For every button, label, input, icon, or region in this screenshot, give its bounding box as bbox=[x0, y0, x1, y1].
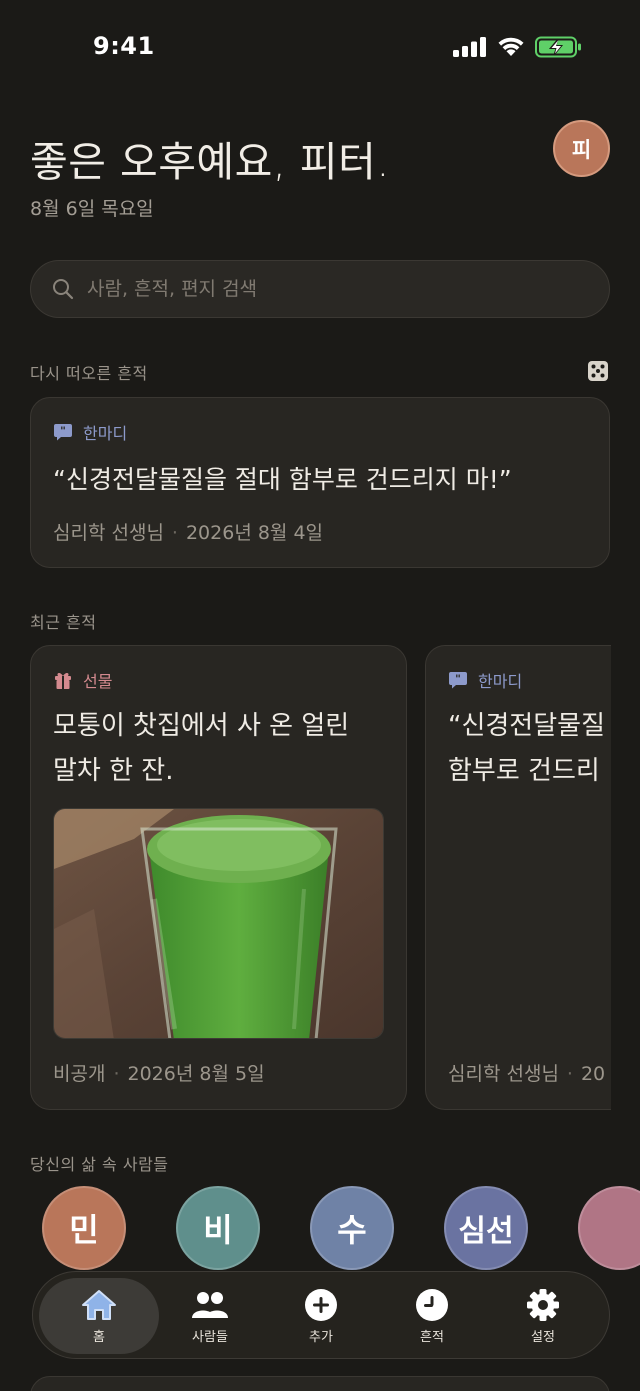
card-tag: " 한마디 bbox=[53, 420, 127, 444]
status-time: 9:41 bbox=[93, 32, 155, 60]
recent-section-title: 최근 흔적 bbox=[30, 613, 97, 632]
battery-charging-icon bbox=[535, 36, 581, 58]
clock-icon bbox=[416, 1288, 448, 1321]
search-input[interactable] bbox=[87, 278, 567, 300]
tab-people[interactable]: 사람들 bbox=[155, 1272, 265, 1360]
person-avatar[interactable]: 심선 bbox=[444, 1186, 528, 1270]
cellular-signal-icon bbox=[453, 37, 486, 57]
people-icon bbox=[192, 1291, 228, 1318]
tab-add[interactable]: 추가 bbox=[266, 1272, 376, 1360]
card-tag: 선물 bbox=[53, 668, 112, 692]
svg-text:": " bbox=[60, 425, 66, 438]
resurfaced-card[interactable]: " 한마디 “신경전달물질을 절대 함부로 건드리지 마!” 심리학 선생님 · 2… bbox=[30, 397, 610, 568]
card-meta: 비공개 · 2026년 8월 5일 bbox=[53, 1063, 265, 1085]
card-tag-label: 한마디 bbox=[478, 672, 523, 691]
tab-label: 홈 bbox=[93, 1329, 105, 1345]
recent-card-saying[interactable]: " 한마디 “신경전달물질 함부로 건드리 심리학 선생님 · 20 bbox=[425, 645, 611, 1110]
tab-home[interactable]: 홈 bbox=[39, 1278, 159, 1354]
person-avatar[interactable]: 비 bbox=[176, 1186, 260, 1270]
card-author: 심리학 선생님 bbox=[448, 1063, 559, 1085]
person-avatar[interactable]: 민 bbox=[42, 1186, 126, 1270]
dice-shuffle-icon[interactable] bbox=[587, 360, 609, 382]
person-avatar[interactable] bbox=[578, 1186, 640, 1270]
greeting-title: 좋은 오후예요, 피터. bbox=[30, 138, 390, 186]
gear-icon bbox=[527, 1288, 559, 1321]
avatar-initial: 피 bbox=[571, 137, 592, 162]
card-text-line: 모퉁이 찻집에서 사 온 얼린 bbox=[53, 711, 350, 741]
search-bar[interactable] bbox=[30, 260, 610, 318]
speech-bubble-icon: " bbox=[449, 672, 467, 689]
tab-label: 추가 bbox=[309, 1329, 333, 1345]
svg-text:": " bbox=[455, 673, 461, 686]
tab-label: 설정 bbox=[531, 1329, 555, 1345]
home-icon bbox=[82, 1289, 116, 1320]
card-text-line: 말차 한 잔. bbox=[53, 756, 174, 786]
card-text: 모퉁이 찻집에서 사 온 얼린 말차 한 잔. bbox=[53, 704, 349, 794]
card-text-line: “신경전달물질 bbox=[448, 711, 605, 741]
matcha-photo[interactable] bbox=[53, 808, 384, 1039]
wifi-icon bbox=[498, 37, 524, 56]
card-text-line: 함부로 건드리 bbox=[448, 756, 600, 786]
resurfaced-section-title: 다시 떠오른 흔적 bbox=[30, 364, 148, 383]
matcha-drink-image bbox=[54, 809, 383, 1038]
gift-icon bbox=[55, 672, 71, 689]
card-tag-label: 선물 bbox=[83, 672, 113, 691]
bottom-tab-bar: 홈 사람들 추가 흔적 설정 bbox=[32, 1271, 610, 1359]
tab-settings[interactable]: 설정 bbox=[488, 1272, 598, 1360]
tab-label: 사람들 bbox=[192, 1329, 228, 1345]
card-text: “신경전달물질 함부로 건드리 bbox=[448, 704, 605, 794]
card-date: 20 bbox=[580, 1063, 606, 1085]
search-icon bbox=[53, 279, 74, 300]
next-section-card[interactable] bbox=[30, 1376, 610, 1391]
card-author: 비공개 bbox=[53, 1063, 106, 1085]
card-author: 심리학 선생님 bbox=[53, 522, 164, 544]
card-meta: 심리학 선생님 · 20 bbox=[448, 1063, 606, 1085]
tab-label: 흔적 bbox=[420, 1329, 444, 1345]
speech-bubble-icon: " bbox=[54, 424, 72, 441]
people-section-title: 당신의 삶 속 사람들 bbox=[30, 1155, 169, 1174]
card-meta: 심리학 선생님 · 2026년 8월 4일 bbox=[53, 522, 324, 544]
plus-circle-icon bbox=[305, 1288, 337, 1321]
card-date: 2026년 8월 4일 bbox=[185, 522, 324, 544]
card-tag-label: 한마디 bbox=[83, 424, 128, 443]
person-avatar[interactable]: 수 bbox=[310, 1186, 394, 1270]
card-quote: “신경전달물질을 절대 함부로 건드리지 마!” bbox=[53, 465, 512, 494]
date-subtitle: 8월 6일 목요일 bbox=[30, 198, 154, 220]
profile-avatar[interactable]: 피 bbox=[553, 120, 610, 177]
card-tag: " 한마디 bbox=[448, 668, 522, 692]
card-date: 2026년 8월 5일 bbox=[127, 1063, 265, 1085]
tab-traces[interactable]: 흔적 bbox=[377, 1272, 487, 1360]
recent-card-gift[interactable]: 선물 모퉁이 찻집에서 사 온 얼린 말차 한 잔. 비공개 · 2026년 8… bbox=[30, 645, 407, 1110]
status-bar: 9:41 bbox=[0, 0, 640, 96]
